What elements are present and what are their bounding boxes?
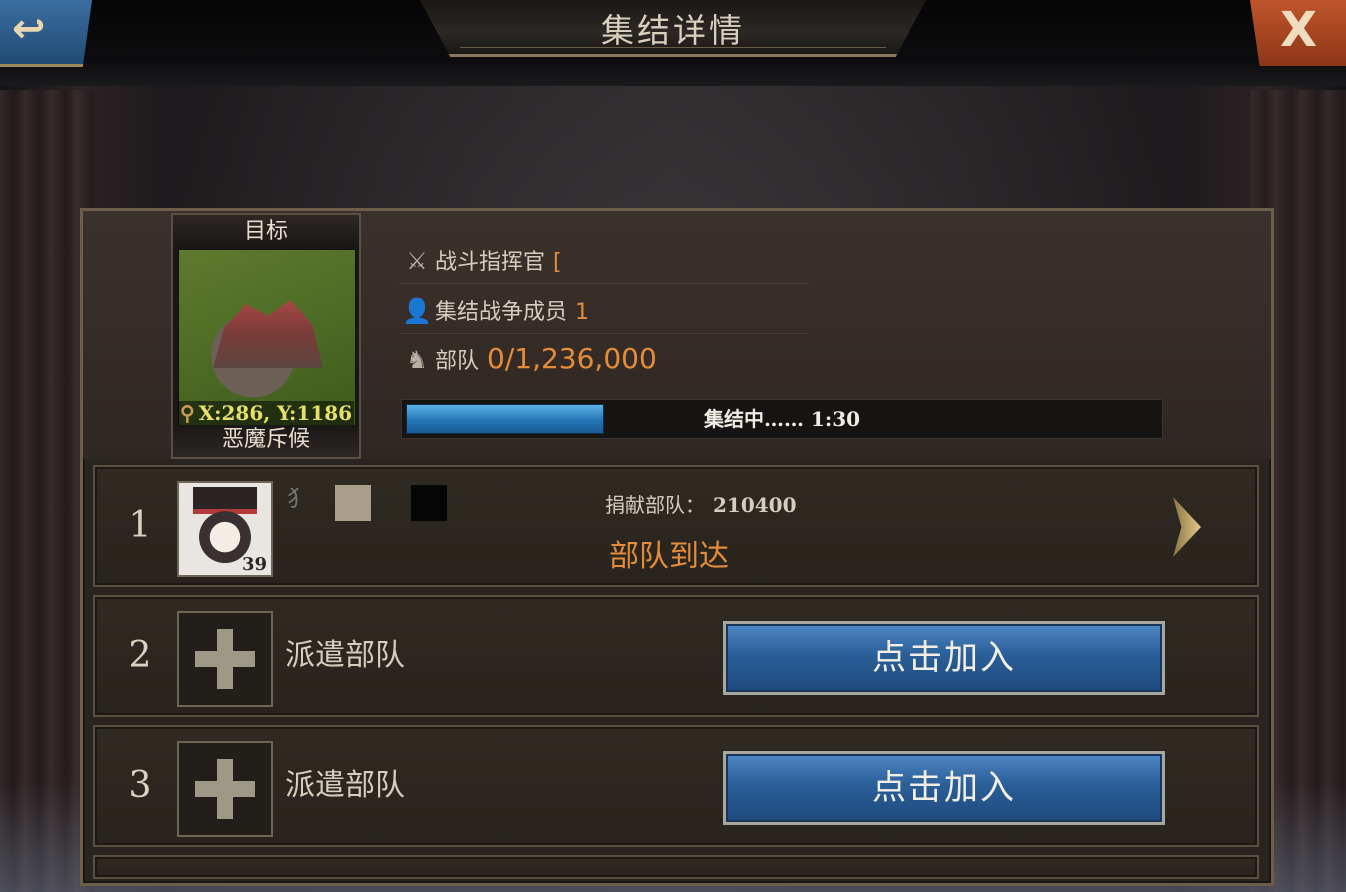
join-button[interactable]: 点击加入 bbox=[723, 751, 1165, 825]
player-level: 39 bbox=[241, 554, 267, 575]
plus-icon[interactable] bbox=[177, 611, 273, 707]
dispatch-label: 派遣部队 bbox=[285, 638, 405, 673]
dispatch-label: 派遣部队 bbox=[285, 768, 405, 803]
troops-icon: ♞ bbox=[406, 346, 428, 374]
page-title: 集结详情 bbox=[601, 11, 745, 50]
target-name: 恶魔斥候 bbox=[173, 425, 359, 457]
magnifier-icon: ⚲ bbox=[179, 401, 195, 425]
progress-text: 集结中…… 1:30 bbox=[703, 407, 861, 431]
redacted-block bbox=[411, 485, 447, 521]
slot-number: 2 bbox=[128, 635, 152, 676]
slot-row-1[interactable]: 1 39 犭 捐献部队： 210400 部队到达 bbox=[93, 465, 1259, 587]
status-arrived: 部队到达 bbox=[609, 539, 729, 574]
rally-panel: 目标 ⚲ X:286, Y:1186 恶魔斥候 ⚔ 战斗指挥官[ 👤 集结战争成员 1 … bbox=[80, 208, 1274, 886]
troops-label: 部队 bbox=[435, 349, 480, 374]
target-card[interactable]: 目标 ⚲ X:286, Y:1186 恶魔斥候 bbox=[171, 213, 361, 459]
join-button[interactable]: 点击加入 bbox=[723, 621, 1165, 695]
slot-row-3: 3 派遣部队 点击加入 bbox=[93, 725, 1259, 847]
close-button[interactable]: X bbox=[1250, 0, 1346, 66]
back-arrow-icon: ↩ bbox=[12, 6, 46, 52]
slot-row-2: 2 派遣部队 点击加入 bbox=[93, 595, 1259, 717]
members-label: 集结战争成员 bbox=[435, 300, 568, 325]
members-value: 1 bbox=[575, 300, 590, 325]
slot-number: 1 bbox=[128, 505, 152, 546]
contribution-label: 捐献部队： bbox=[605, 493, 705, 517]
back-button[interactable]: ↩ bbox=[0, 0, 92, 67]
slot-number: 3 bbox=[128, 765, 152, 806]
plus-icon[interactable] bbox=[177, 741, 273, 837]
troops-row: ♞ 部队 0/1,236,000 bbox=[399, 337, 809, 381]
close-icon: X bbox=[1280, 2, 1318, 58]
commander-row: ⚔ 战斗指挥官 [ bbox=[399, 239, 809, 284]
rally-progress-bar: 集结中…… 1:30 bbox=[401, 399, 1163, 439]
rally-header: 目标 ⚲ X:286, Y:1186 恶魔斥候 ⚔ 战斗指挥官[ 👤 集结战争成员 1 … bbox=[83, 211, 1271, 459]
target-coordinates[interactable]: ⚲ X:286, Y:1186 bbox=[178, 401, 354, 425]
coords-text: X:286, Y:1186 bbox=[198, 401, 353, 425]
top-bar: ↩ 集结详情 X bbox=[0, 0, 1346, 86]
redacted-block bbox=[335, 485, 371, 521]
person-icon: 👤 bbox=[402, 297, 432, 325]
demon-castle-icon bbox=[213, 300, 323, 368]
contribution: 捐献部队： 210400 bbox=[605, 489, 797, 518]
avatar[interactable]: 39 bbox=[177, 481, 273, 577]
members-row: 👤 集结战争成员 1 bbox=[399, 289, 809, 334]
target-label: 目标 bbox=[173, 215, 359, 247]
slot-row-4-partial bbox=[93, 855, 1259, 879]
contribution-value: 210400 bbox=[713, 493, 797, 517]
commander-label: 战斗指挥官 bbox=[435, 250, 546, 275]
sword-icon: ⚔ bbox=[406, 247, 428, 275]
commander-value: [ bbox=[553, 250, 562, 275]
chevron-right-icon[interactable] bbox=[1173, 497, 1201, 557]
troops-value: 0/1,236,000 bbox=[487, 342, 657, 375]
